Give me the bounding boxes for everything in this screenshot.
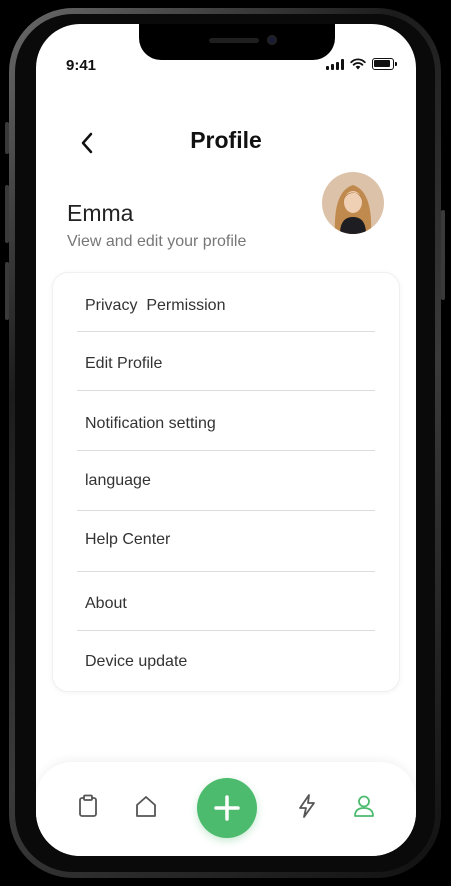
divider xyxy=(77,510,375,511)
side-button-volume-down xyxy=(5,262,9,320)
menu-item-device-update[interactable]: Device update xyxy=(77,644,375,684)
notch xyxy=(139,24,335,60)
menu-item-notification-setting[interactable]: Notification setting xyxy=(77,406,375,446)
menu-item-help-center[interactable]: Help Center xyxy=(77,522,375,562)
side-button-mute xyxy=(5,122,9,154)
user-subtitle: View and edit your profile xyxy=(67,233,247,250)
battery-icon xyxy=(372,58,397,70)
screen: 9:41 Profile Emma View and edit your pro… xyxy=(36,24,416,856)
divider xyxy=(77,450,375,451)
settings-card: Privacy Permission Edit Profile Notifica… xyxy=(52,272,400,692)
lightning-icon xyxy=(299,794,315,818)
menu-item-language[interactable]: language xyxy=(77,463,375,503)
status-time: 9:41 xyxy=(66,57,97,74)
menu-item-about[interactable]: About xyxy=(77,586,375,626)
side-button-volume-up xyxy=(5,185,9,243)
divider xyxy=(77,390,375,391)
divider xyxy=(77,331,375,332)
user-icon xyxy=(354,795,374,817)
home-icon xyxy=(136,796,156,817)
clipboard-icon xyxy=(79,794,97,817)
divider xyxy=(77,630,375,631)
menu-item-label: language xyxy=(85,472,151,489)
tab-clipboard[interactable] xyxy=(74,792,102,820)
signal-icon xyxy=(326,58,344,70)
menu-item-label: Privacy Permission xyxy=(85,297,226,314)
avatar-photo xyxy=(322,172,384,234)
menu-item-label: Edit Profile xyxy=(85,355,163,372)
tab-home[interactable] xyxy=(132,792,160,820)
tab-profile[interactable] xyxy=(350,792,378,820)
menu-item-edit-profile[interactable]: Edit Profile xyxy=(77,346,375,386)
menu-item-label: About xyxy=(85,595,127,612)
tab-activity[interactable] xyxy=(293,792,321,820)
wifi-icon xyxy=(350,58,366,70)
menu-item-label: Notification setting xyxy=(85,415,216,432)
add-button[interactable] xyxy=(197,778,257,838)
menu-item-label: Help Center xyxy=(85,531,171,548)
speaker xyxy=(209,38,259,43)
front-camera xyxy=(267,35,277,45)
avatar[interactable] xyxy=(322,172,384,234)
menu-item-privacy-permission[interactable]: Privacy Permission xyxy=(77,288,375,328)
divider xyxy=(77,571,375,572)
menu-item-label: Device update xyxy=(85,653,188,670)
user-name: Emma xyxy=(67,200,134,226)
side-button-power xyxy=(441,210,445,300)
plus-icon xyxy=(214,795,240,821)
tab-bar xyxy=(36,762,416,856)
page-title: Profile xyxy=(190,127,262,153)
status-icons xyxy=(326,58,397,70)
